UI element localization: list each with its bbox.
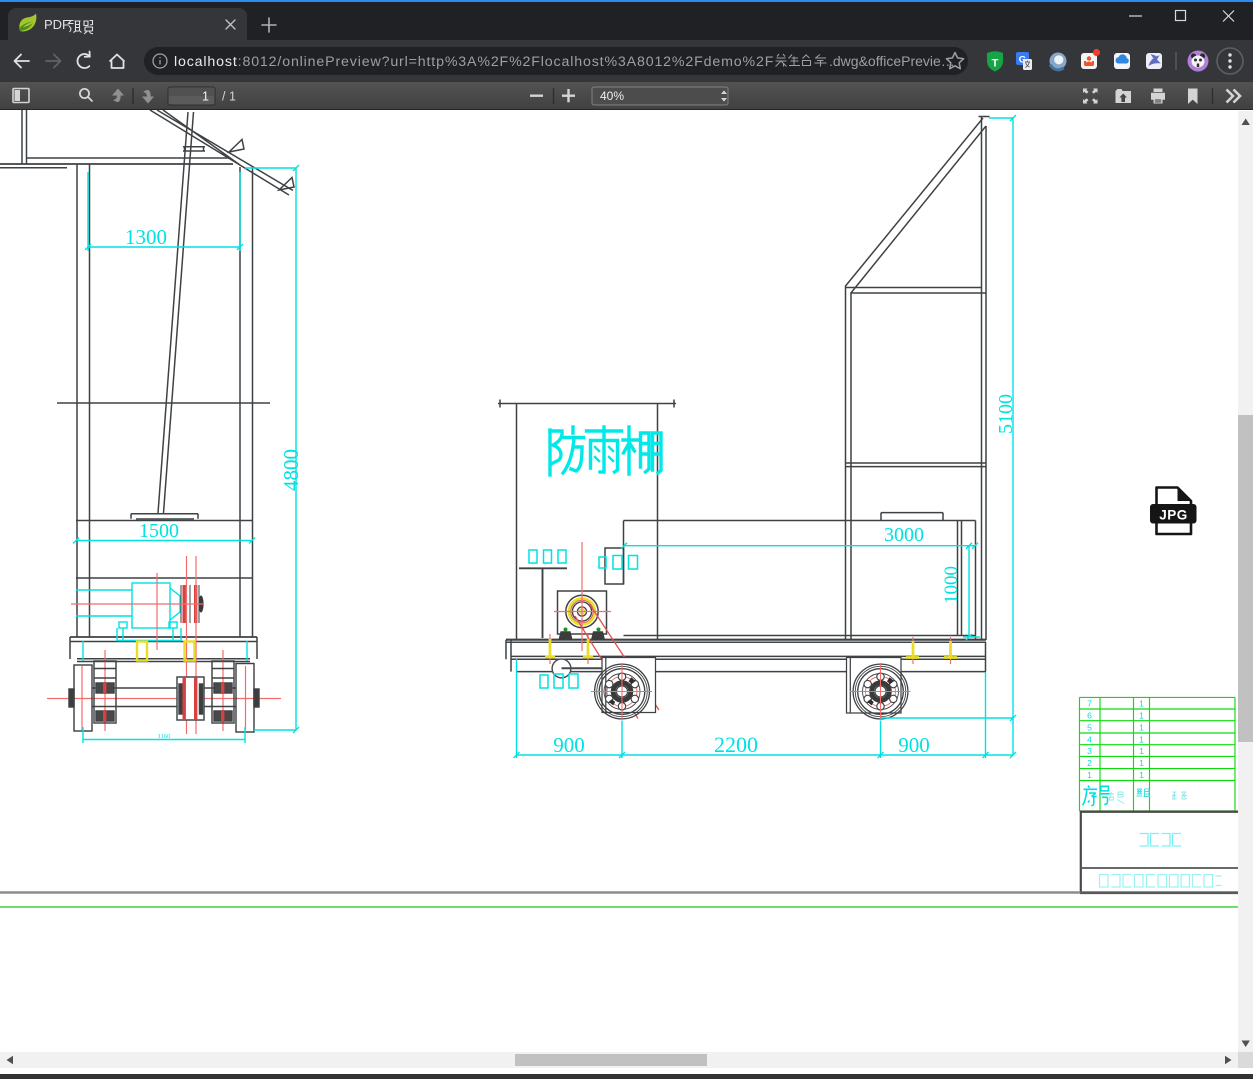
svg-text:40%: 40% xyxy=(600,89,624,103)
svg-text:PDF: PDF xyxy=(44,17,70,32)
svg-text:/ 1: / 1 xyxy=(222,90,236,104)
svg-text:1: 1 xyxy=(202,90,209,104)
svg-text:.dwg&officePrevie…: .dwg&officePrevie… xyxy=(829,53,955,69)
svg-text:localhost:8012/onlinePreview?u: localhost:8012/onlinePreview?url=http%3A… xyxy=(174,54,774,70)
svg-text:T: T xyxy=(992,58,999,70)
